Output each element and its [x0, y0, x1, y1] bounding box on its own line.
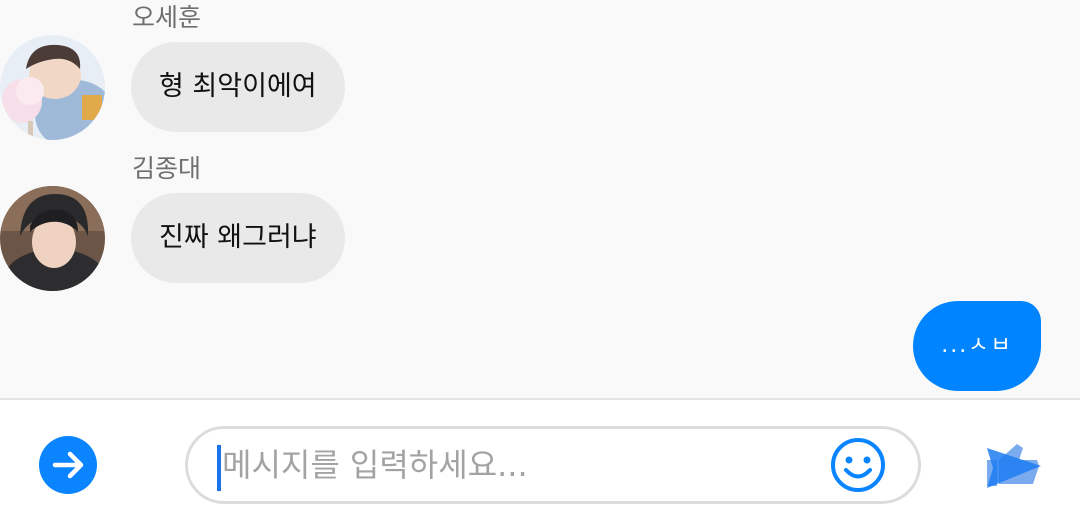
- avatar[interactable]: [0, 186, 105, 291]
- emoji-button[interactable]: [828, 435, 888, 495]
- smiley-icon: [831, 438, 885, 492]
- expand-actions-button[interactable]: [39, 436, 97, 494]
- message-bubble[interactable]: 진짜 왜그러냐: [131, 193, 345, 283]
- avatar[interactable]: [0, 35, 105, 140]
- message-composer: 메시지를 입력하세요...: [0, 398, 1080, 524]
- outgoing-message-bubble[interactable]: ...ㅅㅂ: [913, 301, 1041, 391]
- send-like-icon: [987, 444, 1041, 488]
- message-bubble[interactable]: 형 최악이에여: [131, 42, 345, 132]
- sender-name: 김종대: [132, 154, 202, 183]
- send-button[interactable]: [983, 438, 1043, 494]
- text-caret: [217, 445, 221, 491]
- sender-name: 오세훈: [132, 3, 202, 32]
- message-input-placeholder: 메시지를 입력하세요...: [222, 446, 528, 484]
- arrow-right-icon: [52, 451, 84, 479]
- message-input[interactable]: 메시지를 입력하세요...: [185, 426, 921, 504]
- chat-thread: 오세훈 형 최악이에여 김종대 진짜 왜그러냐 ...ㅅㅂ: [0, 0, 1080, 398]
